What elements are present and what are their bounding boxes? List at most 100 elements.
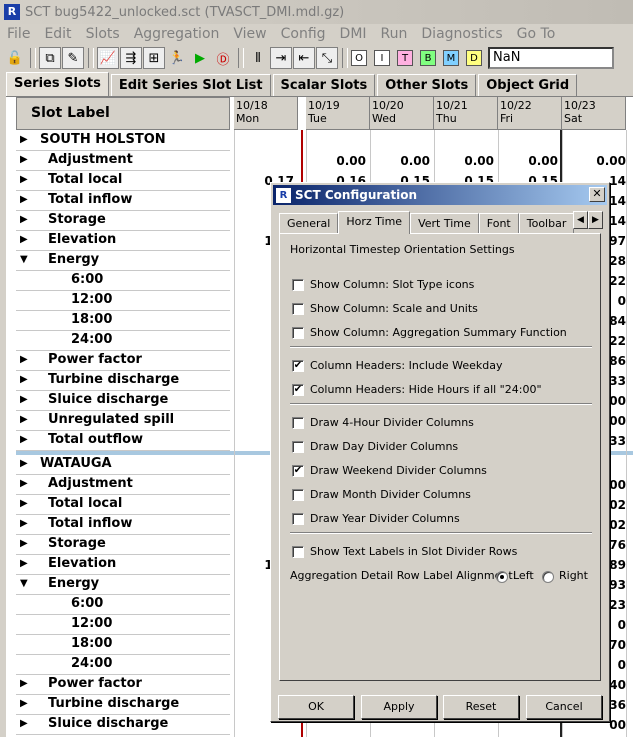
tab-object-grid[interactable]: Object Grid [478, 74, 578, 96]
slot-row[interactable]: ▶ Sluice discharge [16, 715, 230, 735]
collapsed-arrow-icon[interactable]: ▶ [20, 458, 28, 469]
menu-file[interactable]: File [0, 26, 37, 42]
flag-chip-i[interactable]: I [374, 50, 390, 66]
apply-button[interactable]: Apply [361, 695, 437, 719]
cell-value[interactable]: 0.00 [498, 154, 558, 168]
collapsed-arrow-icon[interactable]: ▶ [20, 558, 28, 569]
slot-row[interactable]: ▶ Storage [16, 535, 230, 555]
checkbox[interactable]: ✔ [292, 465, 304, 477]
menu-slots[interactable]: Slots [79, 26, 127, 42]
dialog-tab-vert-time[interactable]: Vert Time [410, 213, 479, 233]
column-header[interactable]: 10/18 Mon [234, 97, 298, 130]
tab-scroll-right-icon[interactable]: ▶ [588, 211, 603, 229]
slot-row[interactable]: ▶ Power factor [16, 351, 230, 371]
sub-row[interactable]: 6:00 [16, 595, 230, 615]
alignment-radio-right[interactable] [542, 571, 554, 583]
collapsed-arrow-icon[interactable]: ▶ [20, 174, 28, 185]
checkbox[interactable] [292, 327, 304, 339]
slot-row[interactable]: ▶ Elevation [16, 555, 230, 575]
menu-edit[interactable]: Edit [37, 26, 78, 42]
slot-row[interactable]: ▶ Adjustment [16, 475, 230, 495]
collapsed-arrow-icon[interactable]: ▶ [20, 134, 28, 145]
collapsed-arrow-icon[interactable]: ▶ [20, 394, 28, 405]
slot-row[interactable]: ▶ Sluice discharge [16, 391, 230, 411]
sub-row[interactable]: 24:00 [16, 655, 230, 675]
dialog-tab-horz-time[interactable]: Horz Time [338, 211, 411, 234]
expand-horizontal-icon[interactable]: ⇥ [270, 47, 292, 69]
checkbox[interactable] [292, 546, 304, 558]
dialog-tab-toolbar[interactable]: Toolbar [518, 213, 575, 233]
slot-row[interactable]: ▶ Unregulated spill [16, 411, 230, 431]
checkbox[interactable] [292, 303, 304, 315]
flag-chip-m[interactable]: M [443, 50, 459, 66]
collapsed-arrow-icon[interactable]: ▶ [20, 234, 28, 245]
column-header[interactable]: 10/22 Fri [498, 97, 562, 130]
collapsed-arrow-icon[interactable]: ▶ [20, 214, 28, 225]
collapsed-arrow-icon[interactable]: ▶ [20, 478, 28, 489]
dmi-icon[interactable]: Ⓓ [212, 47, 234, 69]
collapsed-arrow-icon[interactable]: ▶ [20, 354, 28, 365]
tree-icon[interactable]: ⊞ [143, 47, 165, 69]
tab-series-slots[interactable]: Series Slots [6, 72, 109, 96]
dialog-tab-font[interactable]: Font [478, 213, 519, 233]
slot-row[interactable]: ▶ Turbine discharge [16, 695, 230, 715]
columns-icon[interactable]: ⦀ [247, 47, 269, 69]
tab-other-slots[interactable]: Other Slots [377, 74, 477, 96]
menu-config[interactable]: Config [274, 26, 333, 42]
reset-button[interactable]: Reset [443, 695, 519, 719]
slot-row[interactable]: ▼ Energy [16, 251, 230, 271]
checkbox[interactable]: ✔ [292, 360, 304, 372]
checkbox[interactable]: ✔ [292, 384, 304, 396]
flag-chip-b[interactable]: B [420, 50, 436, 66]
sub-row[interactable]: 12:00 [16, 615, 230, 635]
cell-value[interactable]: 0.00 [434, 154, 494, 168]
close-icon[interactable]: ✕ [589, 187, 605, 202]
sub-row[interactable]: 18:00 [16, 311, 230, 331]
sub-row[interactable]: 24:00 [16, 331, 230, 351]
aggregate-icon[interactable]: ⇶ [120, 47, 142, 69]
menu-go-to[interactable]: Go To [510, 26, 563, 42]
run-person-icon[interactable]: 🏃 [166, 47, 188, 69]
checkbox[interactable] [292, 417, 304, 429]
collapsed-arrow-icon[interactable]: ▶ [20, 698, 28, 709]
alignment-radio-left[interactable] [496, 571, 508, 583]
cancel-button[interactable]: Cancel [526, 695, 602, 719]
checkbox[interactable] [292, 441, 304, 453]
collapsed-arrow-icon[interactable]: ▶ [20, 498, 28, 509]
slot-row[interactable]: ▶ Total outflow [16, 431, 230, 451]
play-icon[interactable]: ▶ [189, 47, 211, 69]
menu-run[interactable]: Run [374, 26, 415, 42]
checkbox[interactable] [292, 489, 304, 501]
expanded-arrow-icon[interactable]: ▼ [20, 254, 28, 265]
collapsed-arrow-icon[interactable]: ▶ [20, 194, 28, 205]
flag-chip-d[interactable]: D [466, 50, 482, 66]
collapsed-arrow-icon[interactable]: ▶ [20, 678, 28, 689]
group-row[interactable]: ▶ SOUTH HOLSTON [16, 131, 230, 151]
expanded-arrow-icon[interactable]: ▼ [20, 578, 28, 589]
value-field[interactable]: NaN [488, 47, 614, 69]
checkbox[interactable] [292, 513, 304, 525]
lock-open-icon[interactable]: 🔓 [4, 47, 26, 69]
slot-row[interactable]: ▶ Adjustment [16, 151, 230, 171]
sub-row[interactable]: 18:00 [16, 635, 230, 655]
ok-button[interactable]: OK [278, 695, 354, 719]
menu-aggregation[interactable]: Aggregation [127, 26, 227, 42]
collapsed-arrow-icon[interactable]: ▶ [20, 518, 28, 529]
slot-row[interactable]: ▶ Total local [16, 495, 230, 515]
cell-value[interactable]: 0.00 [572, 154, 626, 168]
slot-row[interactable]: ▼ Energy [16, 575, 230, 595]
tab-scalar-slots[interactable]: Scalar Slots [272, 74, 376, 96]
collapsed-arrow-icon[interactable]: ▶ [20, 434, 28, 445]
slot-row[interactable]: ▶ Turbine discharge [16, 371, 230, 391]
column-header[interactable]: 10/21 Thu [434, 97, 498, 130]
menu-view[interactable]: View [226, 26, 273, 42]
tab-edit-series-slot-list[interactable]: Edit Series Slot List [110, 74, 271, 96]
slot-row[interactable]: ▶ Storage [16, 211, 230, 231]
slot-row[interactable]: ▶ Total inflow [16, 515, 230, 535]
expand-width-icon[interactable]: ⇤ [293, 47, 315, 69]
open-window-icon[interactable]: ⧉ [39, 47, 61, 69]
group-row[interactable]: ▶ WATAUGA [16, 455, 230, 475]
collapsed-arrow-icon[interactable]: ▶ [20, 154, 28, 165]
slot-row[interactable]: ▶ Elevation [16, 231, 230, 251]
column-header[interactable]: 10/23 Sat [562, 97, 626, 130]
